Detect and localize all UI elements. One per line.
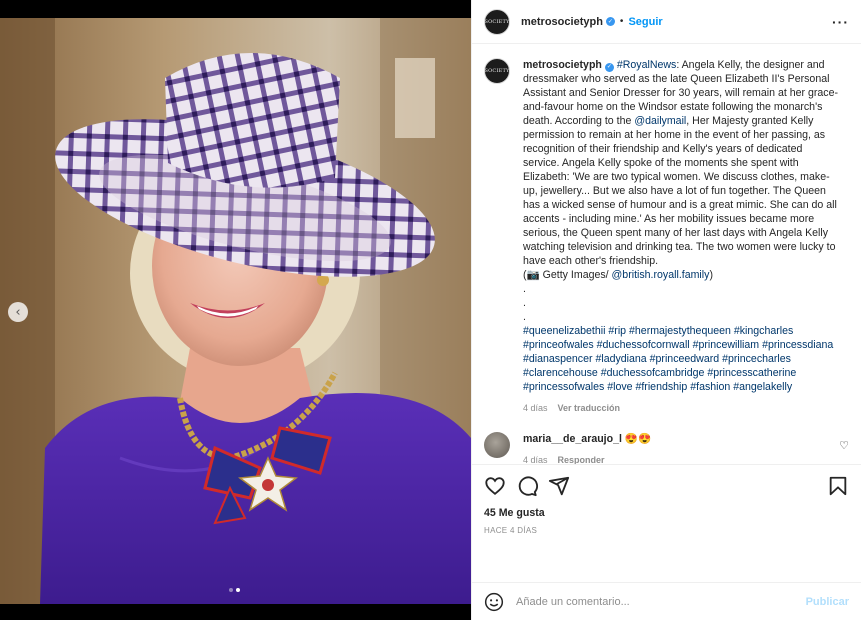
add-comment-bar: Publicar xyxy=(472,582,861,620)
caption: SOCIETY metrosocietyph ✓ #RoyalNews: Ange… xyxy=(484,58,849,415)
verified-badge-icon: ✓ xyxy=(604,62,614,72)
caption-dot: . xyxy=(523,283,526,295)
carousel-dots xyxy=(229,588,240,592)
post-timestamp: HACE 4 DÍAS xyxy=(484,526,538,535)
hashtags[interactable]: #queenelizabethii #rip #hermajestytheque… xyxy=(523,325,833,393)
credit-suffix: ) xyxy=(709,269,713,281)
caption-body: metrosocietyph ✓ #RoyalNews: Angela Kelly… xyxy=(523,58,841,415)
carousel-dot xyxy=(229,588,233,592)
caption-dot: . xyxy=(523,311,526,323)
chevron-left-icon[interactable]: ‹ xyxy=(8,302,28,322)
post-actions: 45 Me gusta HACE 4 DÍAS xyxy=(472,464,861,582)
publish-button[interactable]: Publicar xyxy=(806,596,849,608)
separator: • xyxy=(619,16,624,27)
ellipsis-icon[interactable]: ··· xyxy=(832,14,849,30)
comment-text: 😍😍 xyxy=(624,433,652,445)
photo-panel: ‹ xyxy=(0,0,471,620)
avatar[interactable]: SOCIETY xyxy=(484,8,510,35)
comments-section[interactable]: SOCIETY metrosocietyph ✓ #RoyalNews: Ange… xyxy=(472,44,861,464)
caption-avatar[interactable]: SOCIETY xyxy=(484,58,510,84)
avatar-text: SOCIETY xyxy=(484,18,510,25)
heart-icon[interactable] xyxy=(484,475,506,497)
hashtag-royalnews[interactable]: #RoyalNews xyxy=(617,59,676,71)
likes-count[interactable]: 45 Me gusta xyxy=(484,507,849,519)
instagram-post: ‹ SOCIETY metrosocietyph ✓ • Seguir ··· … xyxy=(0,0,861,620)
avatar[interactable] xyxy=(484,432,510,458)
mention-dailymail[interactable]: @dailymail xyxy=(634,115,686,127)
bookmark-icon[interactable] xyxy=(827,475,849,497)
post-header: SOCIETY metrosocietyph ✓ • Seguir ··· xyxy=(472,0,861,44)
verified-badge-icon: ✓ xyxy=(605,17,615,26)
emoji-icon[interactable] xyxy=(484,592,504,612)
caption-text-2: , Her Majesty granted Kelly permission t… xyxy=(523,115,837,267)
follow-button[interactable]: Seguir xyxy=(628,16,662,28)
comment-body: maria__de_araujo_l 😍😍 4 días Responder xyxy=(523,432,651,464)
translate-button[interactable]: Ver traducción xyxy=(558,401,621,415)
carousel-dot-active xyxy=(236,588,240,592)
comment-username[interactable]: maria__de_araujo_l xyxy=(523,433,622,445)
credit-prefix: (📷 Getty Images/ xyxy=(523,269,612,281)
post-side-panel: SOCIETY metrosocietyph ✓ • Seguir ··· SO… xyxy=(471,0,861,620)
comment-input[interactable] xyxy=(516,595,806,608)
caption-username[interactable]: metrosocietyph xyxy=(523,59,602,71)
avatar-text: SOCIETY xyxy=(484,68,510,74)
mention-credit[interactable]: @british.royall.family xyxy=(612,269,710,281)
caption-meta: 4 días Ver traducción xyxy=(523,401,841,415)
caption-age: 4 días xyxy=(523,403,548,413)
portrait-image xyxy=(0,18,471,604)
share-icon[interactable] xyxy=(548,475,570,497)
username-link[interactable]: metrosocietyph xyxy=(521,16,603,28)
comment-icon[interactable] xyxy=(516,475,538,497)
heart-icon[interactable]: ♡ xyxy=(839,439,849,452)
reply-button[interactable]: Responder xyxy=(558,453,605,464)
comment-age: 4 días xyxy=(523,455,548,464)
post-photo[interactable] xyxy=(0,18,471,604)
comment-meta: 4 días Responder xyxy=(523,453,651,464)
caption-dot: . xyxy=(523,297,526,309)
comment-item: maria__de_araujo_l 😍😍 4 días Responder ♡ xyxy=(484,432,849,464)
action-icons xyxy=(484,475,849,497)
